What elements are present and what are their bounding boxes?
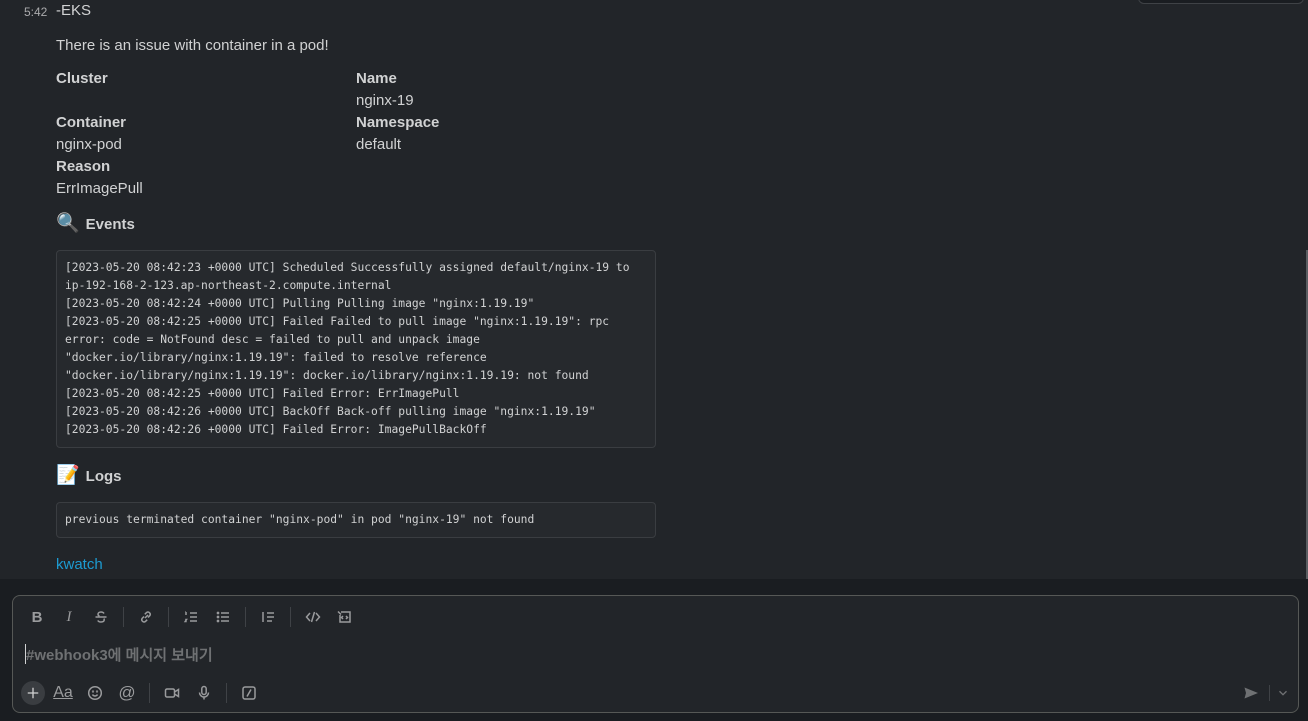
events-code-block: [2023-05-20 08:42:23 +0000 UTC] Schedule… (56, 250, 656, 448)
toolbar-divider (168, 607, 169, 627)
blockquote-icon[interactable] (256, 605, 280, 629)
format-text-icon[interactable]: Aa (51, 681, 75, 705)
field-value-container: nginx-pod (56, 136, 122, 153)
bulleted-list-icon[interactable] (211, 605, 235, 629)
video-icon[interactable] (160, 681, 184, 705)
bold-icon[interactable]: B (25, 605, 49, 629)
field-container: Container nginx-pod (56, 112, 356, 156)
ordered-list-icon[interactable] (179, 605, 203, 629)
message-intro: There is an issue with container in a po… (56, 37, 329, 54)
message-body: There is an issue with container in a po… (56, 35, 656, 574)
field-value-name: nginx-19 (356, 92, 414, 109)
send-icon[interactable] (1239, 681, 1263, 705)
italic-glyph: I (66, 608, 72, 625)
field-reason: Reason ErrImagePull (56, 156, 356, 200)
field-label-reason: Reason (56, 158, 111, 175)
memo-icon: 📝 (56, 465, 80, 486)
toolbar-divider (149, 683, 150, 703)
strikethrough-icon[interactable] (89, 605, 113, 629)
field-label-container: Container (56, 114, 127, 131)
field-namespace: Namespace default (356, 112, 656, 156)
field-label-name: Name (356, 70, 397, 87)
composer-actions: Aa @ (21, 681, 269, 705)
chevron-down-icon[interactable] (1276, 681, 1290, 705)
field-value-namespace: default (356, 136, 402, 153)
message-sender[interactable]: -EKS (56, 2, 91, 19)
logs-code-block: previous terminated container "nginx-pod… (56, 502, 656, 538)
field-grid: Cluster Name nginx-19 Container nginx-po… (56, 68, 656, 200)
new-messages-pill[interactable] (1138, 0, 1304, 4)
send-divider (1269, 685, 1270, 701)
send-controls (1239, 681, 1290, 705)
bold-glyph: B (31, 608, 43, 626)
code-block-icon[interactable] (333, 605, 357, 629)
field-value-cluster (56, 90, 356, 112)
field-cluster: Cluster (56, 68, 356, 112)
mention-glyph: @ (118, 683, 136, 702)
message-composer: B I #webhook3에 메시지 보내기 Aa @ (12, 595, 1299, 713)
message-input-placeholder: #webhook3에 메시지 보내기 (26, 646, 213, 664)
events-heading: 🔍 Events (56, 212, 656, 236)
toolbar-divider (290, 607, 291, 627)
toolbar-divider (245, 607, 246, 627)
message-input[interactable]: #webhook3에 메시지 보내기 (25, 643, 1225, 665)
field-label-namespace: Namespace (356, 114, 440, 131)
field-name: Name nginx-19 (356, 68, 656, 112)
message-pane: 5:42 -EKS There is an issue with contain… (0, 0, 1308, 579)
link-icon[interactable] (134, 605, 158, 629)
logs-title: Logs (85, 467, 122, 485)
logs-heading: 📝 Logs (56, 464, 656, 488)
field-value-reason: ErrImagePull (56, 180, 143, 197)
plus-icon[interactable] (21, 681, 45, 705)
toolbar-divider (123, 607, 124, 627)
format-text-glyph: Aa (53, 684, 73, 701)
code-icon[interactable] (301, 605, 325, 629)
kwatch-link[interactable]: kwatch (56, 556, 103, 573)
formatting-toolbar: B I (25, 605, 365, 629)
italic-icon[interactable]: I (57, 605, 81, 629)
slash-command-icon[interactable] (237, 681, 261, 705)
toolbar-divider (226, 683, 227, 703)
message-timestamp[interactable]: 5:42 (24, 5, 47, 19)
mention-icon[interactable]: @ (115, 681, 139, 705)
microphone-icon[interactable] (192, 681, 216, 705)
magnifier-icon: 🔍 (56, 213, 80, 234)
field-label-cluster: Cluster (56, 70, 108, 87)
emoji-icon[interactable] (83, 681, 107, 705)
events-title: Events (85, 215, 135, 233)
